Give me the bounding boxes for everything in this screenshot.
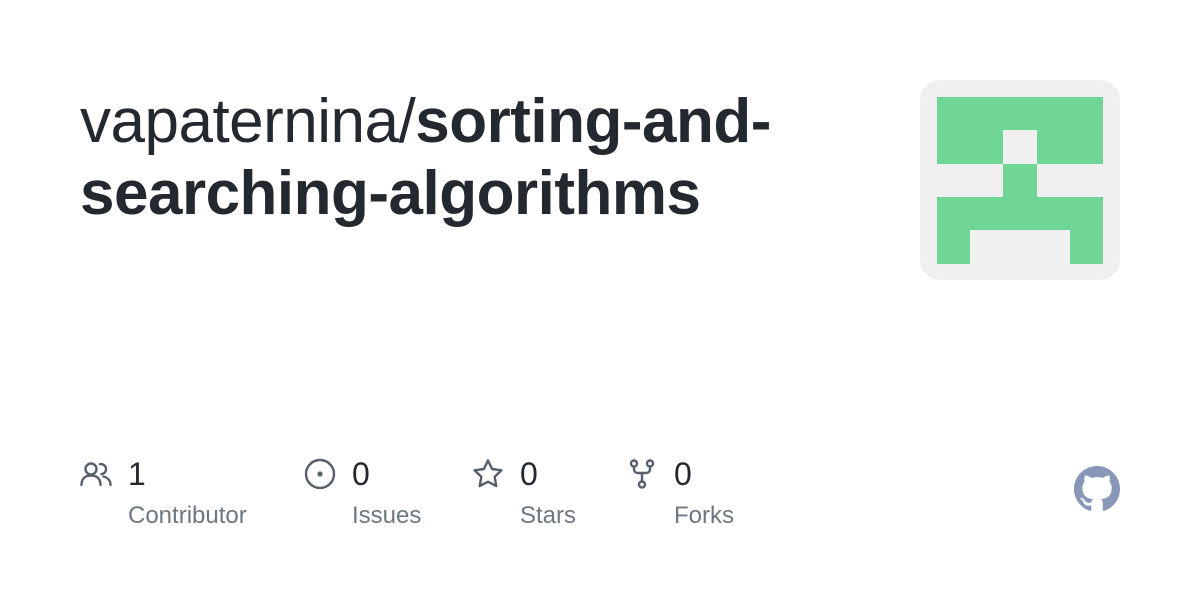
forks-label: Forks [674,502,734,529]
stars-count: 0 [520,456,538,492]
repo-title: vapaternina/sorting-and-searching-algori… [80,86,880,230]
repo-forked-icon [629,459,655,489]
forks-count: 0 [674,456,692,492]
repo-social-card: vapaternina/sorting-and-searching-algori… [0,0,1200,600]
issue-opened-icon [304,458,336,490]
avatar-pixel [1003,164,1037,197]
issues-count: 0 [352,456,370,492]
stars-label: Stars [520,502,577,529]
avatar-pixel [937,197,1103,230]
issues-label: Issues [352,502,422,529]
avatar-pixel [937,130,1003,164]
owner-avatar[interactable] [920,80,1120,280]
contributors-label: Contributor [128,502,247,529]
star-icon [473,459,503,488]
contributors-count: 1 [128,456,146,492]
github-mark-icon[interactable] [1074,466,1120,512]
avatar-pixel [937,230,970,264]
repo-owner[interactable]: vapaternina/ [80,87,416,156]
people-icon [80,462,112,487]
avatar-pixel [937,97,1103,130]
repo-stats: 1 Contributor 0 Issues 0 Stars 0 Forks [80,452,840,542]
avatar-pixel [1070,230,1103,264]
avatar-pixel [1037,130,1103,164]
